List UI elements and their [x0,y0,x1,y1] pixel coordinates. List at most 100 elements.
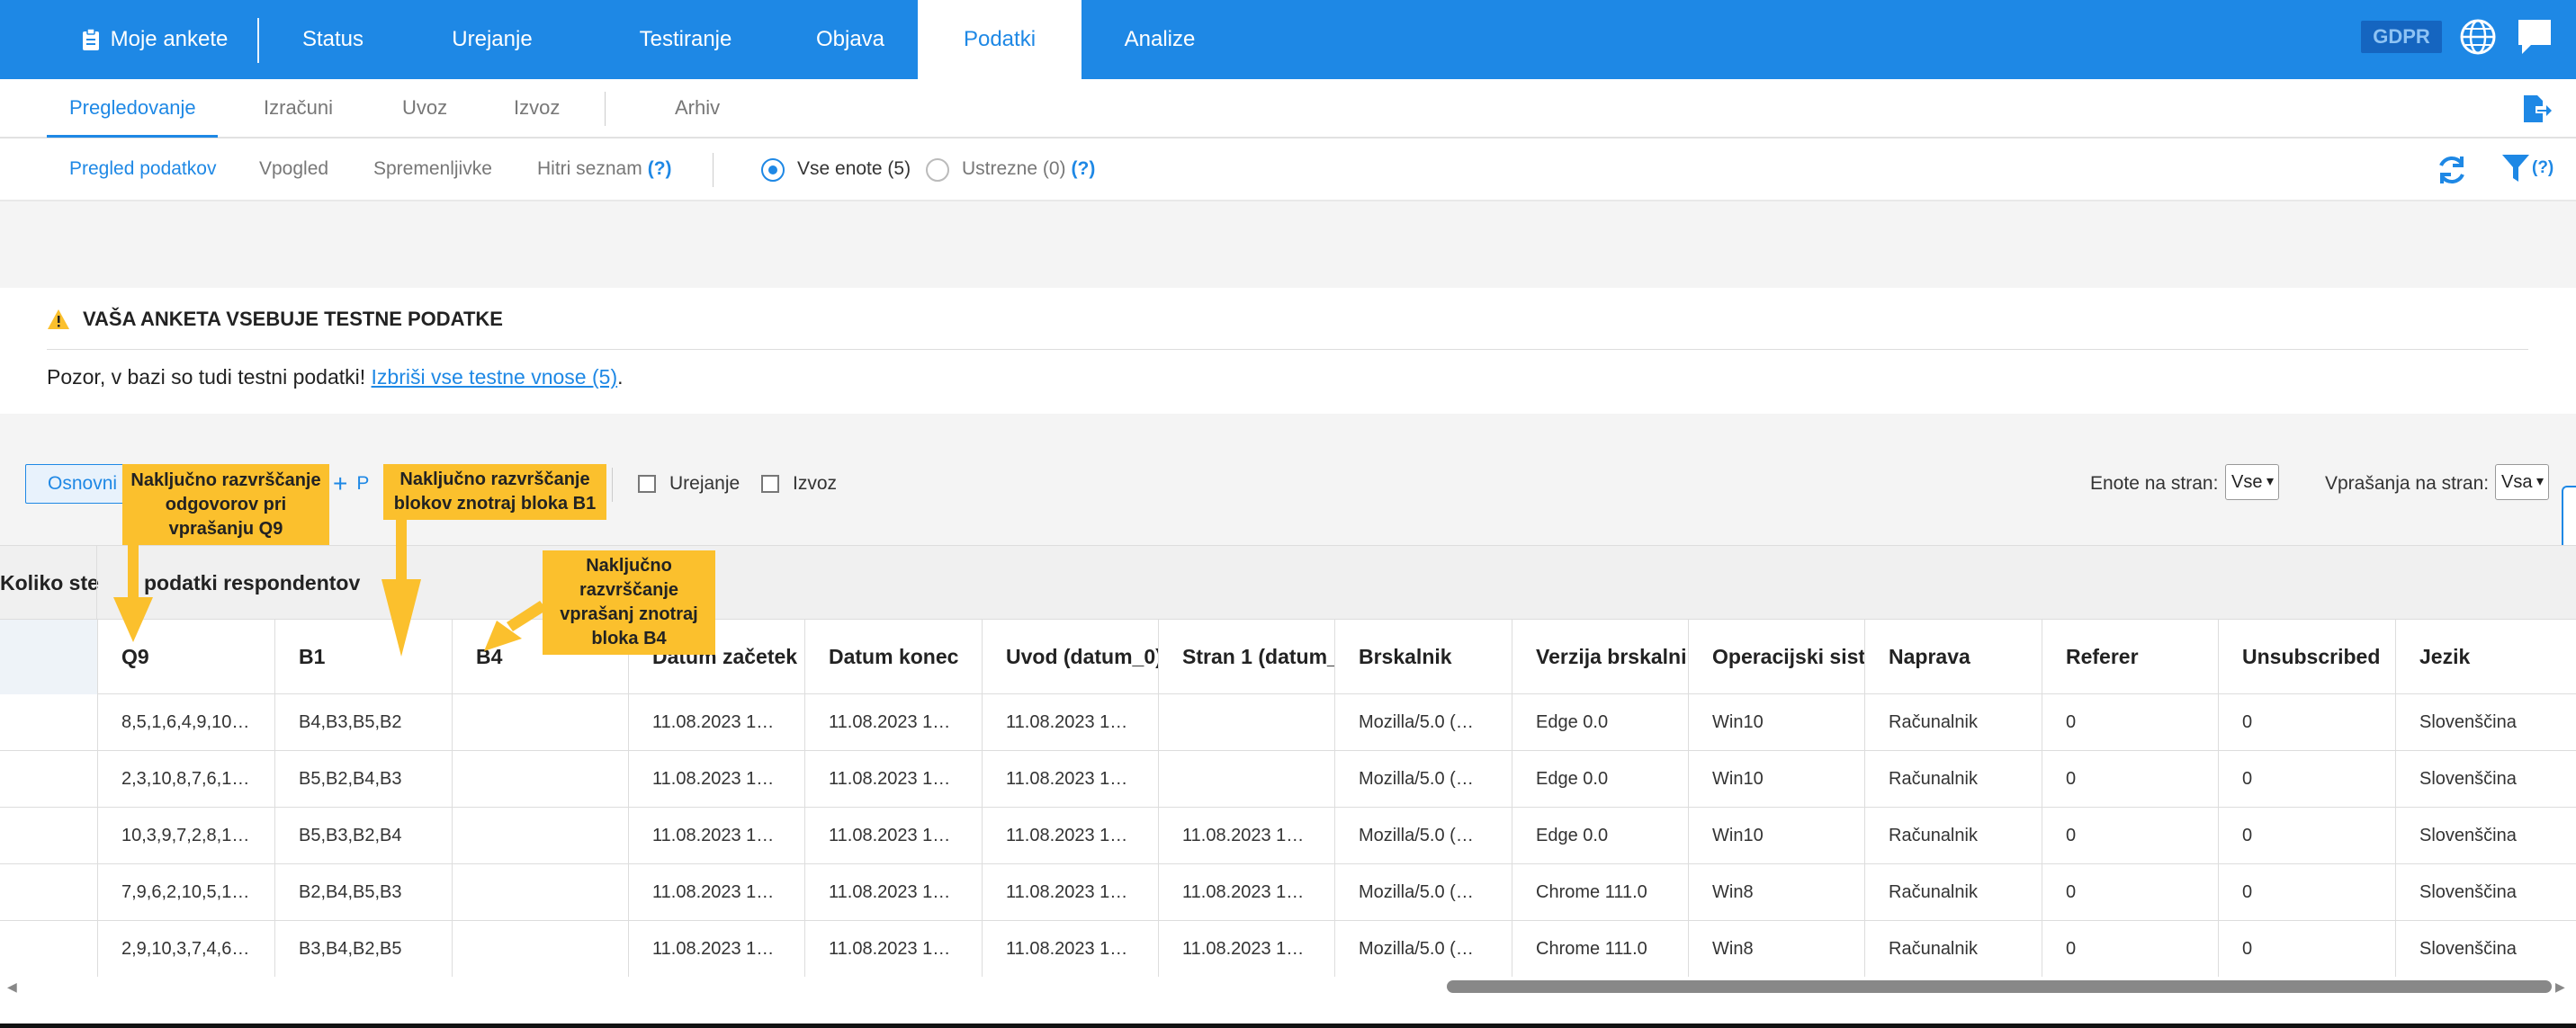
table-cell[interactable]: 11.08.2023 1… [804,751,982,807]
table-cell[interactable]: 8,5,1,6,4,9,10… [97,694,274,750]
column-header-q9[interactable]: Q9 [97,620,274,694]
table-cell[interactable]: 0 [2218,808,2395,863]
table-row[interactable]: 2,3,10,8,7,6,1… B5,B2,B4,B3 11.08.2023 1… 1… [0,751,2576,808]
table-cell[interactable]: 2,9,10,3,7,4,6… [97,921,274,977]
table-cell[interactable]: 7,9,6,2,10,5,1… [97,864,274,920]
table-cell[interactable] [452,694,628,750]
refresh-icon[interactable] [2435,153,2469,187]
table-cell[interactable]: Mozilla/5.0 (… [1334,751,1512,807]
chat-icon[interactable] [2515,16,2554,58]
table-cell[interactable]: 11.08.2023 1… [982,921,1158,977]
table-cell[interactable]: 11.08.2023 1… [804,694,982,750]
table-cell[interactable]: 11.08.2023 1… [628,808,804,863]
table-cell[interactable]: 0 [2218,921,2395,977]
table-cell[interactable]: Mozilla/5.0 (… [1334,694,1512,750]
column-header-brskalnik[interactable]: Brskalnik [1334,620,1512,694]
table-cell[interactable]: Računalnik [1864,864,2042,920]
row-select-cell[interactable] [0,921,97,977]
basic-view-button[interactable]: Osnovni [25,464,126,504]
row-select-cell[interactable] [0,694,97,750]
table-cell[interactable]: Slovenščina [2395,864,2576,920]
row-select-cell[interactable] [0,808,97,863]
table-cell[interactable]: B5,B3,B2,B4 [274,808,452,863]
table-row[interactable]: 7,9,6,2,10,5,1… B2,B4,B5,B3 11.08.2023 1… 1… [0,864,2576,921]
table-cell[interactable]: Računalnik [1864,921,2042,977]
horizontal-scrollbar[interactable]: ◀ ▶ [0,977,2576,997]
table-cell[interactable] [452,864,628,920]
edit-checkbox-label[interactable]: Urejanje [669,473,740,495]
table-cell[interactable]: Slovenščina [2395,921,2576,977]
table-cell[interactable]: Edge 0.0 [1512,694,1688,750]
table-cell[interactable]: 10,3,9,7,2,8,1… [97,808,274,863]
table-cell[interactable]: Računalnik [1864,694,2042,750]
nav-publish[interactable]: Objava [785,0,916,79]
table-cell[interactable] [452,808,628,863]
radio-all-units-label[interactable]: Vse enote (5) [797,139,911,200]
tab-export[interactable]: Izvoz [514,79,560,137]
column-header-datum-konec[interactable]: Datum konec [804,620,982,694]
table-cell[interactable]: Edge 0.0 [1512,808,1688,863]
table-cell[interactable]: Win8 [1688,921,1864,977]
export-checkbox[interactable] [761,475,779,493]
export-file-icon[interactable] [2521,94,2552,124]
table-cell[interactable]: B3,B4,B2,B5 [274,921,452,977]
subtab-variables[interactable]: Spremenljivke [373,139,492,200]
table-cell[interactable]: 11.08.2023 1… [1158,808,1334,863]
tab-archive[interactable]: Arhiv [675,79,720,137]
export-checkbox-label[interactable]: Izvoz [793,473,837,495]
table-cell[interactable]: 0 [2042,751,2218,807]
table-cell[interactable]: 0 [2042,694,2218,750]
nav-editing[interactable]: Urejanje [398,0,587,79]
table-cell[interactable]: Mozilla/5.0 (… [1334,864,1512,920]
table-cell[interactable]: Mozilla/5.0 (… [1334,921,1512,977]
table-cell[interactable]: 11.08.2023 1… [982,808,1158,863]
radio-valid-units-label[interactable]: Ustrezne (0) (?) [962,139,1095,200]
row-select-cell[interactable] [0,864,97,920]
table-cell[interactable]: Slovenščina [2395,694,2576,750]
column-header-referer[interactable]: Referer [2042,620,2218,694]
filter-help[interactable]: (?) [2532,158,2554,178]
table-cell[interactable]: 11.08.2023 1… [628,751,804,807]
column-header-naprava[interactable]: Naprava [1864,620,2042,694]
nav-testing[interactable]: Testiranje [587,0,785,79]
table-cell[interactable]: Chrome 111.0 [1512,864,1688,920]
column-header-jezik[interactable]: Jezik [2395,620,2576,694]
tab-calculations[interactable]: Izračuni [264,79,333,137]
table-cell[interactable]: Chrome 111.0 [1512,921,1688,977]
radio-valid-units[interactable] [926,158,949,182]
scroll-right-arrow[interactable]: ▶ [2555,979,2565,995]
nav-status[interactable]: Status [268,0,398,79]
filter-button[interactable]: (?) [2501,153,2554,183]
nav-my-surveys[interactable]: Moje ankete [47,0,263,79]
table-cell[interactable]: Win10 [1688,751,1864,807]
table-cell[interactable]: 0 [2042,808,2218,863]
column-header-uvod-datum-0[interactable]: Uvod (datum_0) [982,620,1158,694]
table-cell[interactable]: 11.08.2023 1… [982,864,1158,920]
table-cell[interactable]: 11.08.2023 1… [804,921,982,977]
table-cell[interactable]: B5,B2,B4,B3 [274,751,452,807]
column-header-operacijski-sistem[interactable]: Operacijski sistem [1688,620,1864,694]
table-cell[interactable]: 0 [2218,694,2395,750]
table-cell[interactable]: 11.08.2023 1… [628,921,804,977]
table-cell[interactable]: 11.08.2023 1… [628,694,804,750]
row-select-cell[interactable] [0,751,97,807]
valid-units-help[interactable]: (?) [1072,158,1096,180]
nav-analyses[interactable]: Analize [1082,0,1238,79]
column-header-unsubscribed[interactable]: Unsubscribed [2218,620,2395,694]
table-cell[interactable]: 0 [2218,751,2395,807]
quick-list-help[interactable]: (?) [648,158,672,180]
column-header-verzija-brskalnika[interactable]: Verzija brskalnika [1512,620,1688,694]
table-cell[interactable] [1158,694,1334,750]
table-cell[interactable]: Računalnik [1864,751,2042,807]
table-cell[interactable]: 11.08.2023 1… [1158,864,1334,920]
column-header-b1[interactable]: B1 [274,620,452,694]
table-cell[interactable]: 11.08.2023 1… [628,864,804,920]
table-cell[interactable]: Edge 0.0 [1512,751,1688,807]
table-cell[interactable]: 11.08.2023 1… [804,808,982,863]
subtab-quick-list[interactable]: Hitri seznam (?) [537,139,672,200]
table-cell[interactable]: Računalnik [1864,808,2042,863]
table-cell[interactable]: 2,3,10,8,7,6,1… [97,751,274,807]
table-cell[interactable]: B2,B4,B5,B3 [274,864,452,920]
table-cell[interactable]: 11.08.2023 1… [1158,921,1334,977]
table-row[interactable]: 10,3,9,7,2,8,1… B5,B3,B2,B4 11.08.2023 1… 1… [0,808,2576,864]
